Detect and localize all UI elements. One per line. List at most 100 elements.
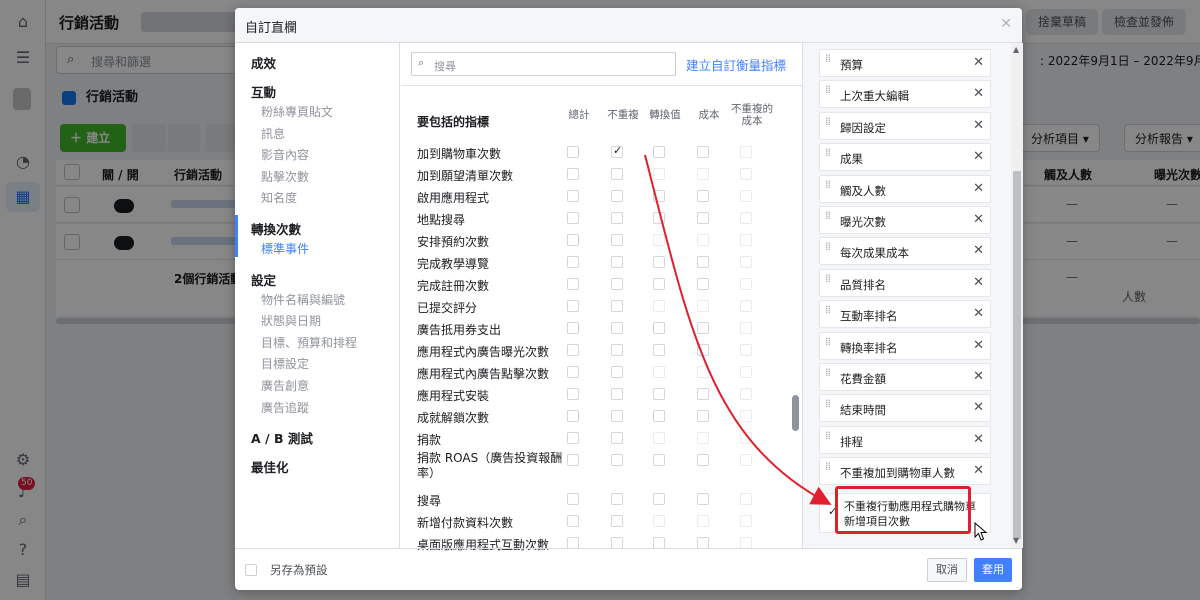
drag-handle-icon[interactable]: ⁞⁞ [825, 304, 834, 315]
close-icon[interactable]: ✕ [973, 275, 984, 290]
category-heading[interactable]: 設定 [251, 270, 276, 289]
metric-checkbox[interactable] [611, 168, 623, 180]
category-heading[interactable]: A / B 測試 [251, 428, 313, 447]
metric-checkbox[interactable] [611, 493, 623, 505]
close-icon[interactable]: ✕ [973, 369, 984, 384]
metric-row[interactable]: 啟用應用程式 [401, 186, 791, 208]
metric-checkbox[interactable] [740, 388, 752, 400]
drag-handle-icon[interactable]: ⁞⁞ [825, 210, 834, 221]
metric-row[interactable]: 安排預約次數 [401, 230, 791, 252]
selected-column-item[interactable]: ⁞⁞ 上次重大編輯 ✕ [819, 80, 991, 109]
metric-checkbox[interactable] [697, 322, 709, 334]
metric-checkbox[interactable] [653, 190, 665, 202]
selected-column-item[interactable]: ⁞⁞ 預算 ✕ [819, 49, 991, 77]
apply-button[interactable]: 套用 [974, 558, 1012, 582]
metric-checkbox[interactable] [653, 322, 665, 334]
category-item[interactable]: 目標設定 [261, 355, 309, 372]
metric-checkbox[interactable] [653, 454, 665, 466]
metric-checkbox[interactable] [740, 344, 752, 356]
metric-checkbox[interactable] [740, 168, 752, 180]
category-item[interactable]: 廣告追蹤 [261, 399, 309, 416]
metric-checkbox[interactable] [611, 190, 623, 202]
metric-checkbox[interactable] [697, 344, 709, 356]
metric-checkbox[interactable] [653, 234, 665, 246]
metric-checkbox[interactable] [740, 212, 752, 224]
drag-handle-icon[interactable]: ⁞⁞ [825, 179, 834, 190]
metric-checkbox[interactable] [740, 322, 752, 334]
close-icon[interactable]: ✕ [973, 55, 984, 70]
close-icon[interactable]: ✕ [973, 306, 984, 321]
metric-checkbox[interactable] [611, 432, 623, 444]
close-icon[interactable]: ✕ [973, 181, 984, 196]
metric-checkbox[interactable] [740, 366, 752, 378]
selected-column-item[interactable]: ⁞⁞ 排程 ✕ [819, 425, 991, 454]
category-item[interactable]: 標準事件 [261, 240, 309, 257]
metric-checkbox[interactable] [697, 432, 709, 444]
metric-checkbox[interactable] [611, 144, 623, 158]
metric-row[interactable]: 加到願望清單次數 [401, 164, 791, 186]
category-heading[interactable]: 成效 [251, 53, 276, 72]
metric-checkbox[interactable] [697, 515, 709, 527]
close-icon[interactable]: ✕ [973, 243, 984, 258]
selected-column-item[interactable]: ⁞⁞ 花費金額 ✕ [819, 363, 991, 391]
metric-checkbox[interactable] [611, 515, 623, 527]
create-custom-metric-link[interactable]: 建立自訂衡量指標 [686, 55, 786, 74]
metric-checkbox[interactable] [567, 388, 579, 400]
category-item[interactable]: 物件名稱與編號 [261, 291, 345, 308]
selected-column-item[interactable]: ⁞⁞ 觸及人數 ✕ [819, 174, 991, 203]
metric-checkbox[interactable] [567, 432, 579, 444]
metric-checkbox[interactable] [567, 256, 579, 268]
selected-column-item[interactable]: ⁞⁞ 歸因設定 ✕ [819, 111, 991, 140]
metric-checkbox[interactable] [653, 515, 665, 527]
selected-column-item[interactable]: ⁞⁞ 轉換率排名 ✕ [819, 331, 991, 360]
metric-checkbox[interactable] [697, 493, 709, 505]
category-heading[interactable]: 最佳化 [251, 457, 289, 476]
category-item[interactable]: 點擊次數 [261, 168, 309, 185]
metric-checkbox[interactable] [740, 493, 752, 505]
metric-checkbox[interactable] [611, 322, 623, 334]
metric-checkbox[interactable] [740, 515, 752, 527]
save-preset-checkbox[interactable] [245, 564, 257, 576]
close-icon[interactable]: ✕ [1000, 16, 1012, 32]
drag-handle-icon[interactable]: ⁞⁞ [825, 273, 834, 284]
metric-checkbox[interactable] [697, 190, 709, 202]
metric-checkbox[interactable] [567, 278, 579, 290]
metric-checkbox[interactable] [653, 388, 665, 400]
close-icon[interactable]: ✕ [973, 432, 984, 447]
drag-handle-icon[interactable]: ⁞⁞ [825, 430, 834, 441]
selected-scroll-thumb[interactable] [1013, 171, 1021, 539]
metric-checkbox[interactable] [653, 300, 665, 312]
category-item[interactable]: 廣告創意 [261, 377, 309, 394]
scroll-up-icon[interactable]: ▲ [1013, 45, 1019, 54]
cancel-button[interactable]: 取消 [927, 558, 967, 582]
metric-row[interactable]: 成就解鎖次數 [401, 406, 791, 428]
drag-handle-icon[interactable]: ⁞⁞ [825, 336, 834, 347]
category-item[interactable]: 狀態與日期 [261, 312, 321, 329]
metric-checkbox[interactable] [611, 366, 623, 378]
category-item[interactable]: 粉絲專頁貼文 [261, 103, 333, 120]
metric-checkbox[interactable] [740, 190, 752, 202]
scroll-down-icon[interactable]: ▼ [1013, 536, 1019, 545]
metric-checkbox[interactable] [567, 300, 579, 312]
metric-checkbox[interactable] [611, 388, 623, 400]
metric-checkbox[interactable] [567, 234, 579, 246]
selected-column-item[interactable]: ⁞⁞ 每次成果成本 ✕ [819, 237, 991, 266]
metric-checkbox[interactable] [740, 432, 752, 444]
metric-checkbox[interactable] [697, 234, 709, 246]
close-icon[interactable]: ✕ [973, 118, 984, 133]
metric-checkbox[interactable] [653, 410, 665, 422]
metric-row[interactable]: 應用程式內廣告曝光次數 [401, 340, 791, 362]
metric-checkbox[interactable] [567, 410, 579, 422]
metric-checkbox[interactable] [697, 168, 709, 180]
drag-handle-icon[interactable]: ⁞⁞ [825, 398, 834, 409]
metric-checkbox[interactable] [567, 168, 579, 180]
selected-column-item[interactable]: ⁞⁞ 曝光次數 ✕ [819, 206, 991, 234]
metric-checkbox[interactable] [567, 322, 579, 334]
metric-checkbox[interactable] [611, 454, 623, 466]
category-item[interactable]: 訊息 [261, 125, 285, 142]
metric-checkbox[interactable] [611, 212, 623, 224]
drag-handle-icon[interactable]: ⁞⁞ [825, 116, 834, 127]
metric-checkbox[interactable] [697, 300, 709, 312]
metric-checkbox[interactable] [697, 256, 709, 268]
selected-column-item[interactable]: ⁞⁞ 結束時間 ✕ [819, 394, 991, 423]
